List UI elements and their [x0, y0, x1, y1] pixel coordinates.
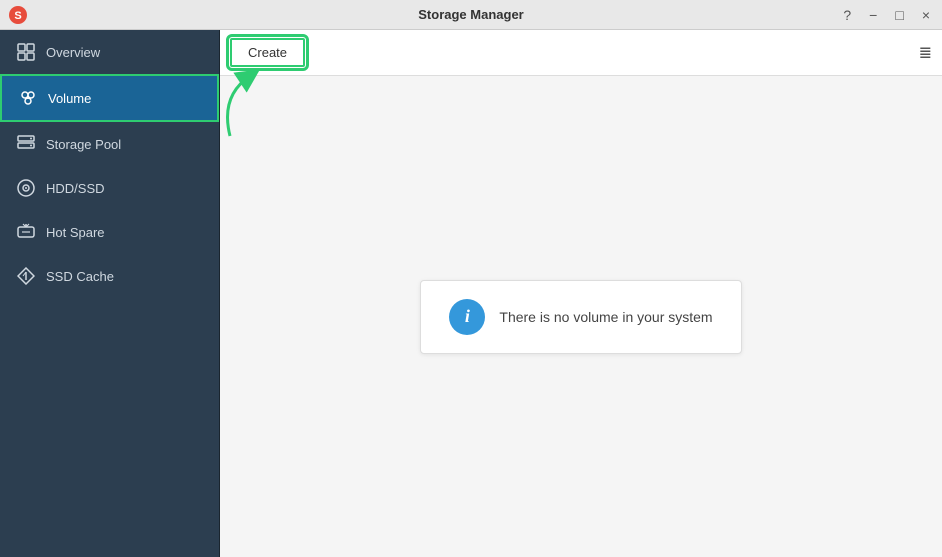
sidebar-item-volume[interactable]: Volume — [0, 74, 219, 122]
hot-spare-icon — [16, 222, 36, 242]
ssd-cache-icon — [16, 266, 36, 286]
sidebar-label-hot-spare: Hot Spare — [46, 225, 105, 240]
help-button[interactable]: ? — [839, 6, 855, 24]
storage-pool-icon — [16, 134, 36, 154]
empty-state-text: There is no volume in your system — [499, 309, 712, 325]
sidebar-label-hdd-ssd: HDD/SSD — [46, 181, 105, 196]
content-area: Create ≣ — [220, 30, 942, 557]
window-controls: ? − □ × — [839, 6, 934, 24]
sidebar-item-ssd-cache[interactable]: SSD Cache — [0, 254, 219, 298]
sidebar-item-hdd-ssd[interactable]: HDD/SSD — [0, 166, 219, 210]
toolbar-left: Create — [230, 38, 305, 67]
create-button-container: Create — [230, 38, 305, 67]
restore-button[interactable]: □ — [891, 6, 907, 24]
sidebar-item-storage-pool[interactable]: Storage Pool — [0, 122, 219, 166]
sidebar: Overview Volume — [0, 30, 220, 557]
sort-icon[interactable]: ≣ — [919, 43, 932, 63]
titlebar: S Storage Manager ? − □ × — [0, 0, 942, 30]
sidebar-label-volume: Volume — [48, 91, 91, 106]
minimize-button[interactable]: − — [865, 6, 881, 24]
content-body: i There is no volume in your system — [220, 76, 942, 557]
info-icon: i — [449, 299, 485, 335]
close-button[interactable]: × — [918, 6, 934, 24]
toolbar-right: ≣ — [919, 43, 932, 63]
titlebar-left: S — [8, 5, 28, 25]
volume-icon — [18, 88, 38, 108]
toolbar: Create ≣ — [220, 30, 942, 76]
window-title: Storage Manager — [418, 7, 523, 22]
app-container: Overview Volume — [0, 30, 942, 557]
info-message-box: i There is no volume in your system — [420, 280, 741, 354]
app-logo: S — [8, 5, 28, 25]
sidebar-label-overview: Overview — [46, 45, 100, 60]
hdd-ssd-icon — [16, 178, 36, 198]
sidebar-item-overview[interactable]: Overview — [0, 30, 219, 74]
sidebar-label-ssd-cache: SSD Cache — [46, 269, 114, 284]
sidebar-item-hot-spare[interactable]: Hot Spare — [0, 210, 219, 254]
overview-icon — [16, 42, 36, 62]
svg-text:S: S — [14, 10, 21, 22]
create-button[interactable]: Create — [230, 38, 305, 67]
sidebar-label-storage-pool: Storage Pool — [46, 137, 121, 152]
